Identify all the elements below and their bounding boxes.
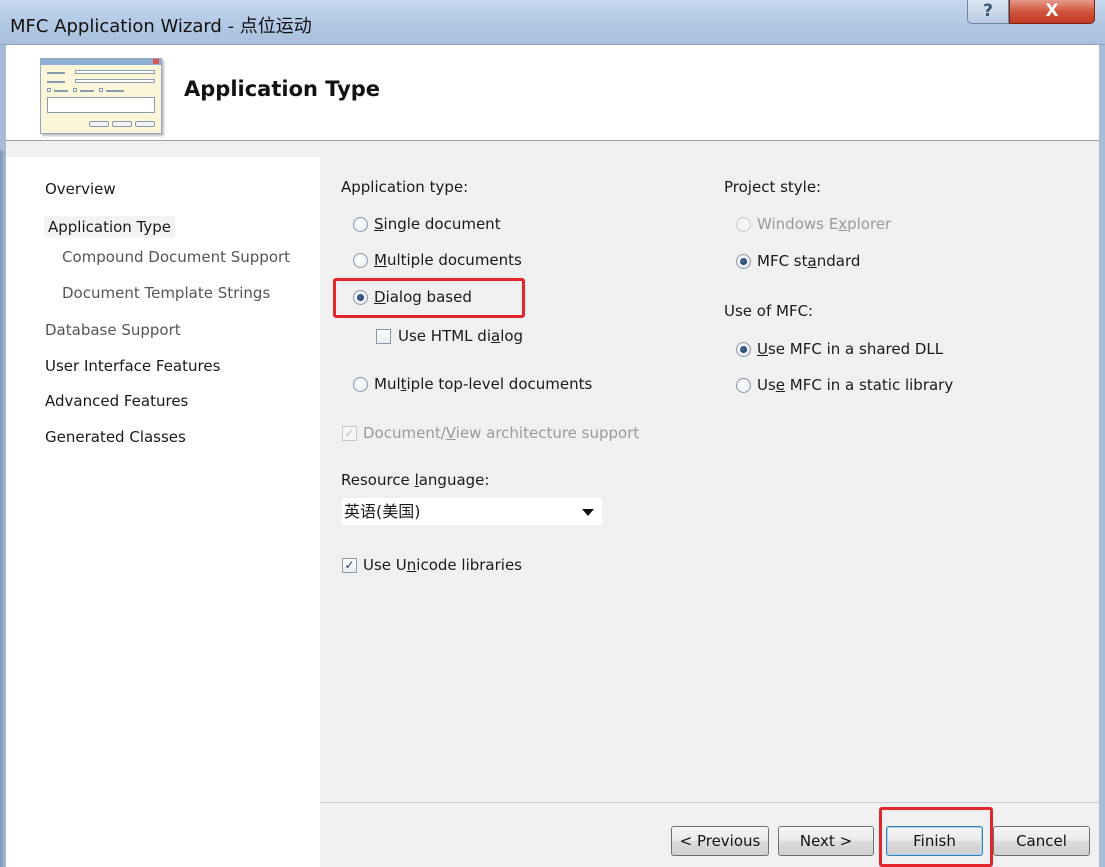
multiple-documents-label[interactable]: Multiple documents	[374, 251, 522, 269]
single-document-radio[interactable]	[353, 217, 368, 232]
multiple-top-level-radio[interactable]	[353, 377, 368, 392]
nav-item-application-type[interactable]: Application Type	[44, 216, 176, 238]
next-button[interactable]: Next >	[778, 826, 874, 856]
help-icon: ?	[983, 1, 993, 21]
cancel-button[interactable]: Cancel	[993, 826, 1090, 856]
mfc-standard-label[interactable]: MFC standard	[757, 252, 860, 270]
footer-divider	[320, 802, 1099, 803]
project-style-label: Project style:	[724, 178, 822, 196]
use-unicode-checkbox[interactable]: ✓	[342, 558, 357, 573]
mfc-static-library-label[interactable]: Use MFC in a static library	[757, 376, 953, 394]
docview-support-label: Document/View architecture support	[363, 424, 640, 442]
resource-language-label: Resource language:	[341, 471, 490, 489]
resource-language-select[interactable]: 英语(美国)	[341, 497, 603, 526]
windows-explorer-label: Windows Explorer	[757, 215, 892, 233]
window-title: MFC Application Wizard - 点位运动	[10, 16, 312, 37]
mfc-static-library-radio[interactable]	[736, 378, 751, 393]
windows-explorer-radio[interactable]	[736, 217, 751, 232]
chevron-down-icon[interactable]	[582, 509, 594, 516]
multiple-documents-radio[interactable]	[353, 253, 368, 268]
use-html-dialog-label[interactable]: Use HTML dialog	[398, 327, 523, 345]
dialog-based-radio[interactable]	[353, 290, 368, 305]
nav-item-generated-classes[interactable]: Generated Classes	[45, 428, 186, 446]
use-html-dialog-checkbox[interactable]	[376, 329, 391, 344]
mfc-standard-radio[interactable]	[736, 254, 751, 269]
use-of-mfc-label: Use of MFC:	[724, 302, 814, 320]
mfc-shared-dll-radio[interactable]	[736, 342, 751, 357]
previous-button[interactable]: < Previous	[671, 826, 769, 856]
multiple-top-level-label[interactable]: Multiple top-level documents	[374, 375, 592, 393]
resource-language-value: 英语(美国)	[344, 502, 421, 521]
mfc-shared-dll-label[interactable]: Use MFC in a shared DLL	[757, 340, 943, 358]
nav-item-database-support[interactable]: Database Support	[45, 321, 181, 339]
title-bar[interactable]: MFC Application Wizard - 点位运动 ? X	[0, 0, 1105, 45]
nav-item-overview[interactable]: Overview	[45, 180, 116, 198]
dialog-based-label[interactable]: Dialog based	[374, 288, 472, 306]
checkmark-icon: ✓	[344, 558, 355, 572]
finish-button[interactable]: Finish	[886, 826, 983, 856]
single-document-label[interactable]: Single document	[374, 215, 501, 233]
nav-item-document-template[interactable]: Document Template Strings	[62, 284, 270, 302]
dialog-thumbnail-icon	[40, 58, 162, 134]
checkmark-icon: ✓	[344, 426, 355, 440]
help-button[interactable]: ?	[967, 0, 1009, 24]
nav-item-advanced-features[interactable]: Advanced Features	[45, 392, 188, 410]
application-type-label: Application type:	[341, 178, 469, 196]
nav-item-compound-document[interactable]: Compound Document Support	[62, 248, 290, 266]
nav-item-user-interface[interactable]: User Interface Features	[45, 357, 220, 375]
page-title: Application Type	[184, 77, 381, 101]
wizard-header: Application Type	[6, 45, 1099, 141]
close-icon: X	[1045, 1, 1059, 21]
close-button[interactable]: X	[1009, 0, 1095, 24]
use-unicode-label[interactable]: Use Unicode libraries	[363, 556, 522, 574]
docview-support-checkbox[interactable]: ✓	[342, 426, 357, 441]
